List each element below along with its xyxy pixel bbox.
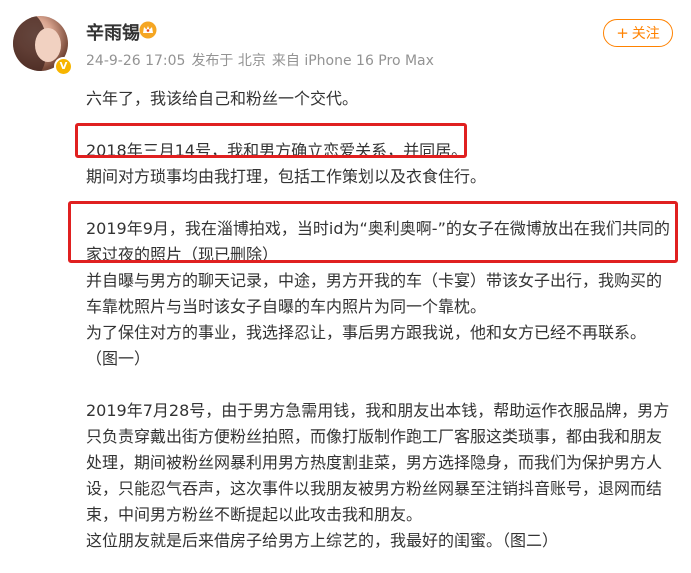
plus-icon: + [616, 24, 629, 42]
image-reference: （图一） [86, 349, 151, 368]
avatar-face [35, 28, 61, 62]
post-date[interactable]: 24-9-26 17:05 [86, 53, 185, 69]
paragraph: 六年了，我该给自己和粉丝一个交代。 [86, 89, 359, 108]
paragraph: 处理，期间被粉丝网暴利用男方热度割韭菜，男方选择隐身，而我们为保护男方人 [86, 453, 663, 472]
paragraph: 为了保住对方的事业，我选择忍让，事后男方跟我说，他和女方已经不再联系。 [86, 323, 647, 342]
verified-badge-icon: V [54, 57, 73, 76]
paragraph: 2018年三月14号，我和男方确立恋爱关系，并同居。 [86, 141, 468, 160]
paragraph: 只负责穿戴出街方便粉丝拍照，而像打版制作跑工厂客服这类琐事，都由我和朋友 [86, 427, 663, 446]
follow-label: 关注 [631, 26, 660, 42]
post-location: 发布于 北京 [191, 53, 266, 69]
paragraph: 2019年9月，我在淄博拍戏，当时id为“奥利奥啊-”的女子在微博放出在我们共同… [86, 219, 670, 238]
paragraph: 设，只能忍气吞声，这次事件以我朋友被男方粉丝网暴至注销抖音账号，退网而结 [86, 479, 663, 498]
post-source: 来自 iPhone 16 Pro Max [271, 53, 434, 69]
paragraph: 并自曝与男方的聊天记录，中途，男方开我的车（卡宴）带该女子出行，我购买的 [86, 271, 663, 290]
follow-button[interactable]: + 关注 [603, 19, 673, 47]
paragraph: 2019年7月28号，由于男方急需用钱，我和朋友出本钱，帮助运作衣服品牌，男方 [86, 401, 670, 420]
crown-icon [139, 21, 157, 39]
paragraph: 束，中间男方粉丝不断提起以此攻击我和朋友。 [86, 505, 423, 524]
user-name[interactable]: 辛雨锡 [86, 19, 140, 45]
paragraph: 家过夜的照片（现已删除） [86, 245, 279, 264]
paragraph: 这位朋友就是后来借房子给男方上综艺的，我最好的闺蜜。（图二） [86, 531, 559, 550]
post-content: 六年了，我该给自己和粉丝一个交代。 2018年三月14号，我和男方确立恋爱关系，… [86, 86, 686, 554]
paragraph: 期间对方琐事均由我打理，包括工作策划以及衣食住行。 [86, 167, 487, 186]
post-meta: 24-9-26 17:05 发布于 北京 来自 iPhone 16 Pro Max [86, 50, 440, 70]
paragraph: 车靠枕照片与当时该女子自曝的车内照片为同一个靠枕。 [86, 297, 487, 316]
